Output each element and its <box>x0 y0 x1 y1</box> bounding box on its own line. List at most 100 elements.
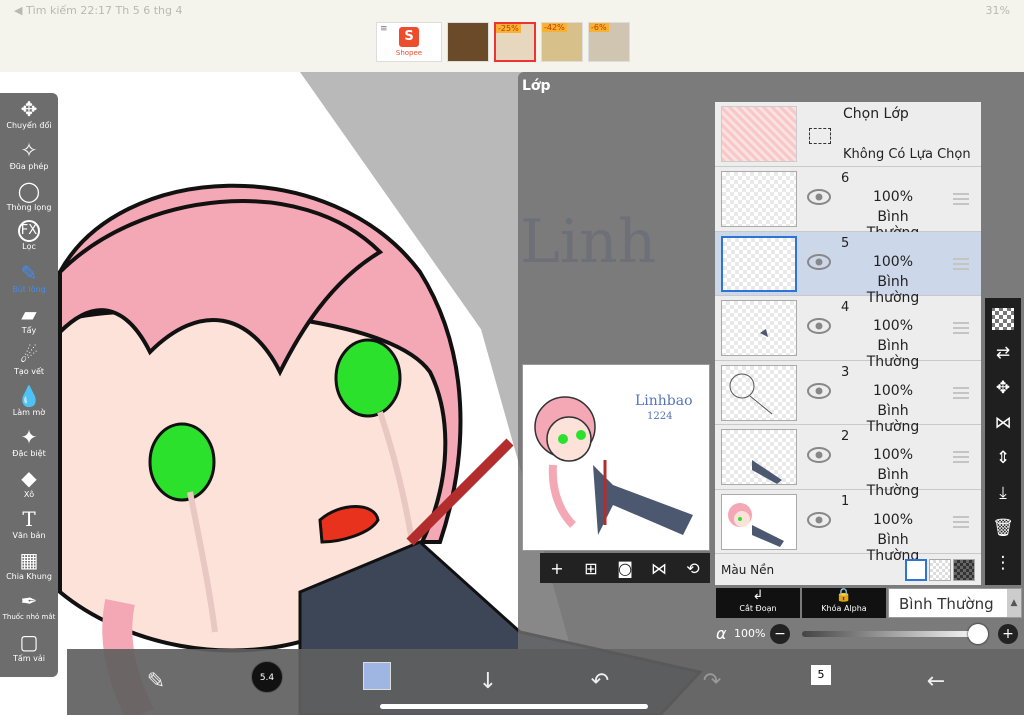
tool-frame-divider[interactable]: ▦ Chia Khung <box>0 548 58 589</box>
merge-down-icon[interactable]: ⤓ <box>985 476 1021 511</box>
clipping-label: Cắt Đoạn <box>739 604 777 613</box>
frame-icon: ▦ <box>19 548 39 572</box>
tool-blur[interactable]: 💧 Làm mờ <box>0 384 58 425</box>
swap-layers-icon[interactable]: ⇄ <box>985 336 1021 371</box>
layer-thumbnail <box>721 235 797 292</box>
magic-wand-icon: ✧ <box>20 138 38 162</box>
selection-layer-row[interactable]: Chọn Lớp Không Có Lựa Chọn <box>715 102 981 167</box>
tool-label: Chuyển đổi <box>6 121 52 130</box>
clip-arrow-icon: ↲ <box>752 588 764 603</box>
layer-row-4[interactable]: 4 100% Bình Thường <box>715 296 981 370</box>
tool-eyedropper[interactable]: ✒ Thuốc nhỏ mắt <box>0 589 58 630</box>
thumb-art <box>752 460 782 484</box>
move-arrows-icon[interactable]: ✥ <box>985 371 1021 406</box>
opacity-slider[interactable] <box>802 624 989 644</box>
drag-handle-icon[interactable] <box>953 322 969 334</box>
bg-swatch-dark[interactable] <box>953 559 975 581</box>
marquee-selection-icon <box>809 128 831 144</box>
tool-text[interactable]: T Văn bản <box>0 507 58 548</box>
flip-vertical-icon[interactable]: ⇕ <box>985 441 1021 476</box>
undo-icon[interactable]: ↶ <box>577 659 623 705</box>
ad-product-3[interactable]: -42% <box>541 22 583 62</box>
eye-icon[interactable] <box>807 511 831 528</box>
lock-icon: 🔒 <box>835 588 853 603</box>
clipping-button[interactable]: ↲ Cắt Đoạn <box>716 588 800 618</box>
ad-product-4[interactable]: -6% <box>588 22 630 62</box>
tool-transform[interactable]: ✥ Chuyển đổi <box>0 97 58 138</box>
flip-rotate-icon[interactable]: ⟲ <box>678 559 708 578</box>
thumb-art <box>729 373 773 414</box>
eye-icon[interactable] <box>807 318 831 334</box>
checker-icon[interactable] <box>992 308 1014 330</box>
droplet-icon: 💧 <box>16 384 42 408</box>
brush-swap-icon[interactable]: ✎ <box>133 659 179 705</box>
layer-row-6[interactable]: 6 100% Bình Thường <box>715 167 981 241</box>
drag-handle-icon[interactable] <box>953 515 969 528</box>
background-color-row[interactable]: Màu Nền <box>715 554 981 586</box>
layer-row-2[interactable]: 2 100% Bình Thường <box>715 425 981 499</box>
menu-icon[interactable]: ≡ <box>380 24 388 34</box>
tool-brush[interactable]: ✎ Bút lông <box>0 261 58 302</box>
eraser-icon: ▰ <box>21 302 37 326</box>
bg-swatch-transparent[interactable] <box>929 559 951 581</box>
decrease-opacity-button[interactable]: − <box>770 624 790 644</box>
layer-row-1[interactable]: 1 100% Bình Thường <box>715 490 981 564</box>
tool-label: Tẩy <box>21 326 37 335</box>
eye-icon[interactable] <box>807 447 831 463</box>
flip-horizontal-icon[interactable]: ⋈ <box>985 406 1021 441</box>
redo-icon[interactable]: ↷ <box>689 659 735 705</box>
tool-eraser[interactable]: ▰ Tẩy <box>0 302 58 343</box>
layer-number: 3 <box>841 364 850 380</box>
bg-swatch-white[interactable] <box>905 559 927 581</box>
eye-icon[interactable] <box>807 253 831 270</box>
alpha-lock-button[interactable]: 🔒 Khóa Alpha <box>802 588 886 618</box>
bucket-icon: ◆ <box>21 466 37 490</box>
eye-icon[interactable] <box>807 189 831 205</box>
drag-handle-icon[interactable] <box>953 193 969 205</box>
tool-filter[interactable]: FX Lọc <box>0 220 58 261</box>
camera-icon[interactable]: ◙ <box>610 559 640 578</box>
blend-mode-select[interactable]: Bình Thường ▲ <box>888 588 1022 618</box>
layer-row-5[interactable]: 5 100% Bình Thường <box>715 231 981 306</box>
brush-icon: ✎ <box>20 261 38 285</box>
tool-special[interactable]: ✦ Đặc biệt <box>0 425 58 466</box>
ad-product-1[interactable] <box>447 22 489 62</box>
layers-button[interactable]: 5 <box>811 665 831 685</box>
ad-product-2[interactable]: -25% <box>494 22 536 62</box>
increase-opacity-button[interactable]: + <box>998 624 1018 644</box>
left-toolbar: ✥ Chuyển đổi ✧ Đũa phép ◯ Thòng lọng FX Lọc … <box>0 93 58 677</box>
layer-opacity: 100% <box>872 511 914 528</box>
canvas-preview[interactable]: Linhbao 1224 <box>522 364 710 551</box>
opacity-slider-knob[interactable] <box>968 624 989 644</box>
thumb-art <box>760 329 768 337</box>
layer-list: Chọn Lớp Không Có Lựa Chọn 6 100% Bình T… <box>715 102 981 585</box>
tool-magic-wand[interactable]: ✧ Đũa phép <box>0 138 58 179</box>
alpha-lock-label: Khóa Alpha <box>821 604 867 613</box>
layer-thumbnail <box>721 364 797 421</box>
tool-label: Đũa phép <box>9 162 49 171</box>
layer-opacity: 100% <box>872 318 914 334</box>
layer-number: 1 <box>841 493 850 509</box>
layer-row-3[interactable]: 3 100% Bình Thường <box>715 361 981 435</box>
tool-bucket[interactable]: ◆ Xô <box>0 466 58 507</box>
trash-icon[interactable]: 🗑 <box>985 511 1021 546</box>
add-layer-button[interactable]: + <box>542 559 572 578</box>
more-options-icon[interactable]: ⋮ <box>985 546 1021 581</box>
canvas-icon: ▢ <box>19 630 39 654</box>
add-special-layer-button[interactable]: ⊞ <box>576 559 606 578</box>
drag-handle-icon[interactable] <box>953 451 969 463</box>
ad-banner[interactable]: S Shopee -25% -42% -6% <box>376 22 630 62</box>
drag-handle-icon[interactable] <box>953 257 969 270</box>
current-color-swatch[interactable] <box>363 662 391 690</box>
brush-size-button[interactable]: 5.4 <box>251 661 283 693</box>
tool-label: Tấm vải <box>13 654 45 663</box>
tool-label: Bút lông <box>12 285 46 294</box>
flip-horizontal-icon[interactable]: ⋈ <box>644 559 674 578</box>
eye-icon[interactable] <box>807 382 831 399</box>
tool-smudge[interactable]: ☄ Tạo vết <box>0 343 58 384</box>
tool-canvas[interactable]: ▢ Tấm vải <box>0 630 58 671</box>
back-arrow-icon[interactable]: ← <box>913 659 959 705</box>
arrow-down-icon[interactable]: ↓ <box>465 659 511 705</box>
drag-handle-icon[interactable] <box>953 386 969 399</box>
tool-lasso[interactable]: ◯ Thòng lọng <box>0 179 58 220</box>
